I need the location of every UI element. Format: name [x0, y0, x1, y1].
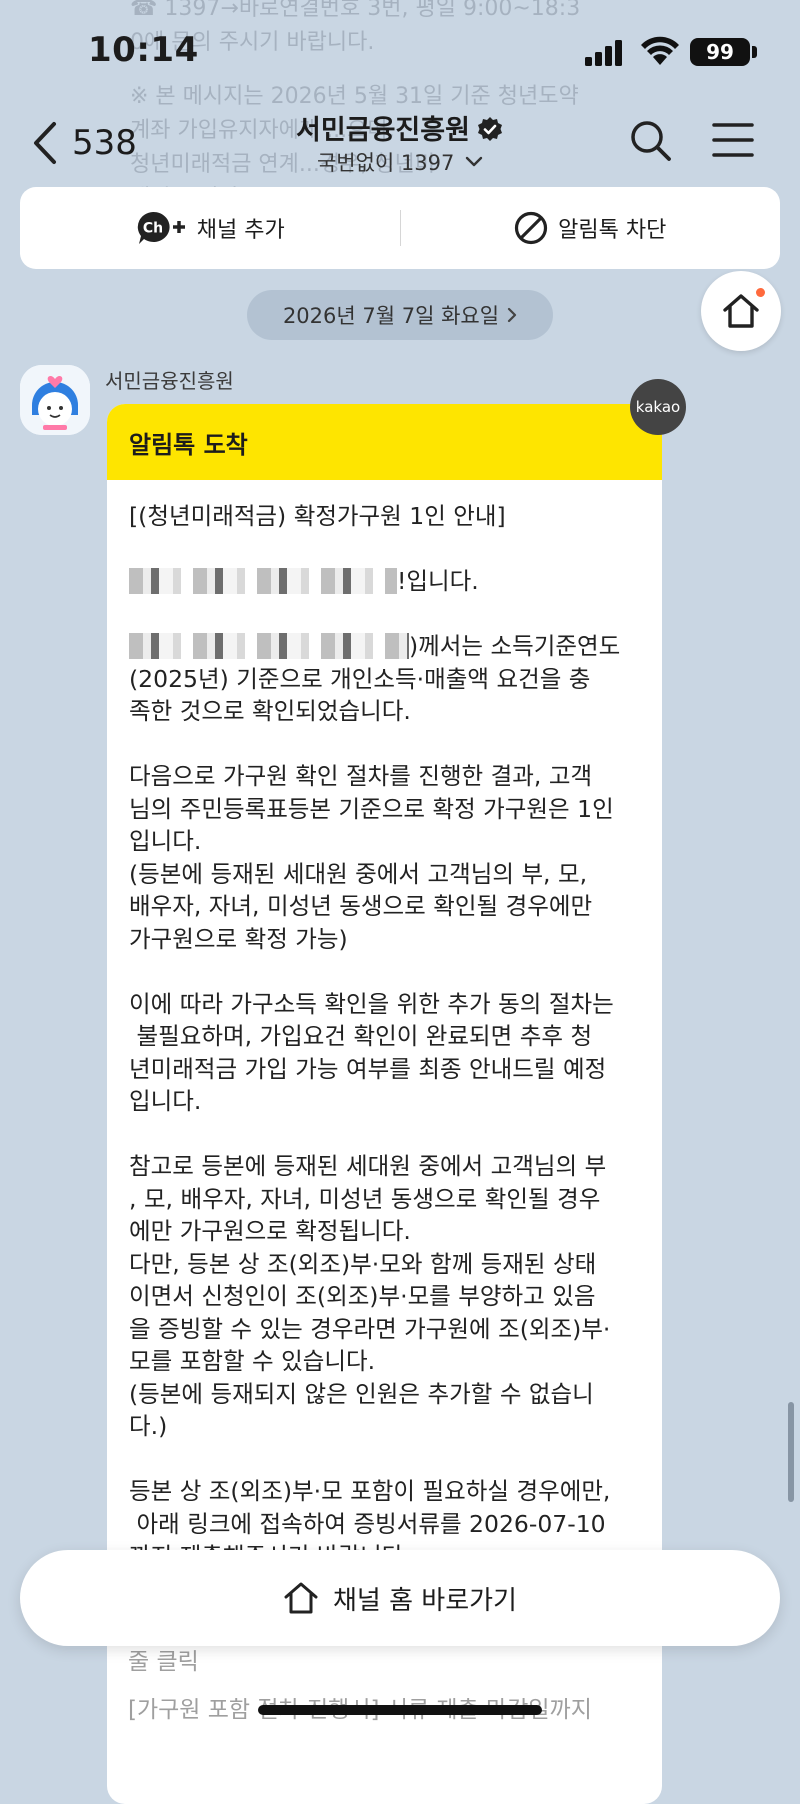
channel-add-icon: Ch — [137, 211, 185, 244]
date-label: 2026년 7월 7일 화요일 — [282, 304, 500, 328]
mascot-avatar-icon — [20, 365, 90, 435]
income-check-paragraph: )께서는 소득기준연도 (2025년) 기준으로 개인소득·매출액 요건을 충 … — [129, 630, 640, 728]
battery-tip — [752, 46, 757, 58]
message-body: [(청년미래적금) 확정가구원 1인 안내] !입니다. )께서는 소득기준연도… — [107, 480, 662, 1605]
channel-title[interactable]: 서민금융진흥원 — [0, 108, 800, 147]
status-bar: 10:14 99 — [0, 0, 800, 100]
add-channel-label: 채널 추가 — [196, 218, 285, 243]
greeting-line: !입니다. — [129, 565, 640, 598]
redacted-name — [129, 633, 409, 659]
home-icon — [723, 294, 759, 328]
consent-paragraph: 이에 따라 가구소득 확인을 위한 추가 동의 절차는 불필요하며, 가입요건 … — [129, 989, 614, 1116]
message-continuation: 줄 클릭 — [128, 1649, 199, 1675]
search-icon[interactable] — [628, 118, 672, 162]
chevron-down-icon — [465, 156, 483, 167]
channel-home-fab[interactable] — [701, 271, 781, 351]
scrollbar[interactable] — [788, 1402, 794, 1502]
wifi-icon — [641, 36, 679, 65]
message-header: 알림톡 도착 — [107, 404, 662, 480]
block-alimtalk-label: 알림톡 차단 — [558, 218, 667, 243]
svg-text:Ch: Ch — [143, 221, 163, 237]
channel-home-shortcut-button[interactable]: 채널 홈 바로가기 — [20, 1550, 780, 1646]
sender-name: 서민금융진흥원 — [105, 369, 234, 393]
home-icon — [284, 1582, 318, 1614]
household-result-paragraph: 다음으로 가구원 확인 절차를 진행한 결과, 고객 님의 주민등록표등본 기준… — [129, 762, 614, 953]
reference-paragraph: 참고로 등본에 등재된 세대원 중에서 고객님의 부 , 모, 배우자, 자녀,… — [129, 1152, 611, 1440]
verified-badge-icon — [477, 117, 502, 141]
kakao-badge: kakao — [630, 379, 686, 435]
home-indicator — [258, 1705, 542, 1715]
cellular-signal-icon — [585, 40, 622, 66]
battery-indicator: 99 — [690, 38, 750, 66]
message-title: [(청년미래적금) 확정가구원 1인 안내] — [129, 502, 506, 530]
chevron-right-icon — [507, 307, 517, 323]
notification-dot — [756, 288, 765, 297]
add-channel-button[interactable]: Ch 채널 추가 — [20, 187, 400, 269]
date-divider[interactable]: 2026년 7월 7일 화요일 — [247, 290, 553, 340]
block-alimtalk-button[interactable]: 알림톡 차단 — [401, 187, 781, 269]
status-time: 10:14 — [88, 30, 199, 70]
greeting-suffix: !입니다. — [397, 567, 479, 595]
channel-name: 서민금융진흥원 — [296, 115, 470, 146]
avatar[interactable] — [20, 365, 90, 435]
channel-action-bar: Ch 채널 추가 알림톡 차단 — [20, 187, 780, 269]
channel-home-shortcut-label: 채널 홈 바로가기 — [333, 1585, 517, 1616]
block-icon — [515, 211, 548, 245]
hamburger-menu-icon[interactable] — [712, 120, 754, 160]
channel-phone[interactable]: 국번없이 1397 — [0, 147, 800, 177]
channel-phone-label: 국번없이 1397 — [316, 151, 455, 175]
redacted-name — [129, 568, 397, 594]
